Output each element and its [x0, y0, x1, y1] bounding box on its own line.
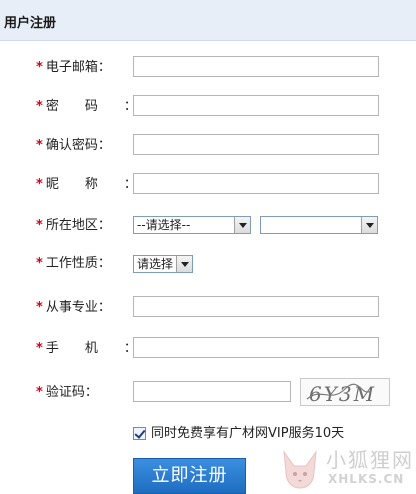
captcha-row: * 验证码： 6Y3M	[0, 378, 416, 406]
captcha-label: * 验证码：	[36, 385, 98, 400]
required-mark: *	[36, 300, 43, 315]
email-field[interactable]	[133, 56, 379, 77]
password-label: * 密码：	[36, 99, 163, 114]
required-mark: *	[36, 177, 43, 192]
required-mark: *	[36, 256, 43, 271]
confirm-password-field[interactable]	[133, 134, 379, 155]
required-mark: *	[36, 60, 43, 75]
mobile-field[interactable]	[133, 337, 379, 358]
nickname-row: * 昵称：	[0, 173, 416, 197]
email-row: * 电子邮箱：	[0, 56, 416, 80]
chevron-down-icon[interactable]	[176, 256, 192, 272]
captcha-field[interactable]	[133, 381, 291, 402]
captcha-noise-icon	[306, 383, 372, 400]
form-title: 用户注册	[4, 16, 57, 31]
required-mark: *	[36, 138, 43, 153]
password-field[interactable]	[133, 95, 379, 116]
chevron-down-icon[interactable]	[234, 217, 250, 233]
mobile-label: * 手机：	[36, 341, 163, 356]
agreement-label[interactable]: 同时免费享有广材网VIP服务10天	[151, 424, 344, 444]
required-mark: *	[36, 218, 43, 233]
nickname-label: * 昵称：	[36, 177, 163, 192]
nickname-field[interactable]	[133, 173, 379, 194]
captcha-image[interactable]: 6Y3M	[300, 378, 390, 406]
mobile-row: * 手机：	[0, 337, 416, 361]
city-select[interactable]	[260, 216, 378, 234]
form-header: 用户注册	[0, 0, 416, 41]
required-mark: *	[36, 99, 43, 114]
fox-logo-icon	[283, 450, 317, 489]
chevron-down-icon[interactable]	[361, 217, 377, 233]
required-mark: *	[36, 385, 43, 400]
required-mark: *	[36, 341, 43, 356]
region-label: * 所在地区：	[36, 218, 111, 233]
province-select[interactable]: --请选择--	[133, 216, 251, 234]
register-button[interactable]: 立即注册	[133, 458, 246, 494]
job-nature-row: * 工作性质： 请选择	[0, 255, 416, 279]
agreement-checkbox[interactable]	[133, 427, 146, 440]
profession-label: * 从事专业：	[36, 300, 111, 315]
job-nature-label: * 工作性质：	[36, 256, 111, 271]
job-nature-select[interactable]: 请选择	[133, 255, 193, 273]
site-watermark: 小狐狸网 XHLKS.CN	[276, 444, 416, 494]
confirm-password-label: * 确认密码：	[36, 138, 111, 153]
email-label: * 电子邮箱：	[36, 60, 111, 75]
profession-row: * 从事专业：	[0, 296, 416, 320]
profession-field[interactable]	[133, 296, 379, 317]
password-row: * 密码：	[0, 95, 416, 119]
region-row: * 所在地区： --请选择--	[0, 216, 416, 240]
confirm-password-row: * 确认密码：	[0, 134, 416, 158]
